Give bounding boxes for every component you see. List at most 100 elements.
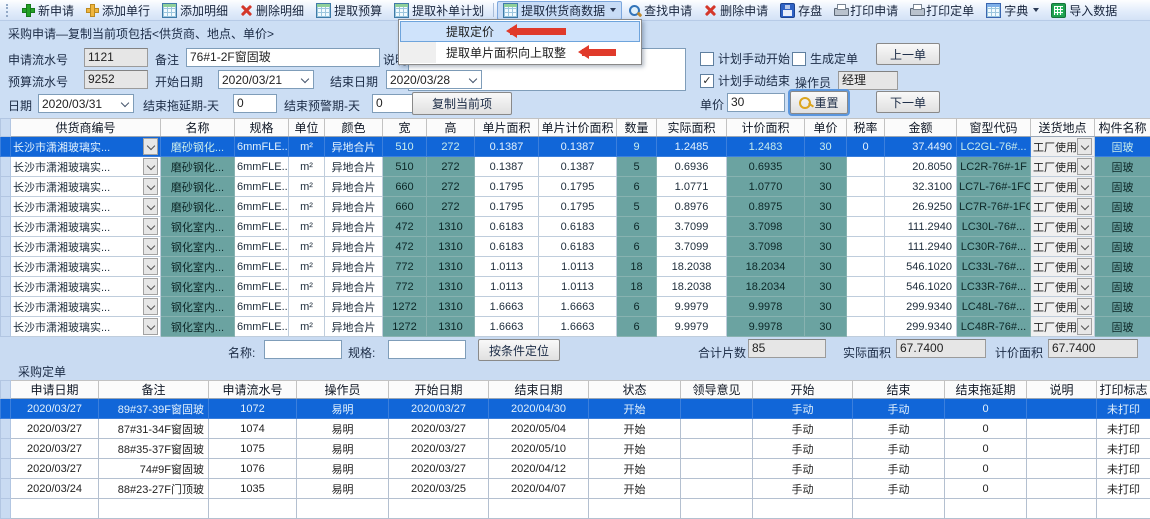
cell-unit[interactable]: m² [289, 177, 325, 197]
cell-unit[interactable]: m² [289, 237, 325, 257]
cell-price-area[interactable]: 18.2034 [727, 277, 805, 297]
row-selector[interactable] [1, 459, 11, 479]
toolbar-button-new-request[interactable]: 新申请 [16, 1, 80, 20]
cell-unit-price[interactable]: 30 [805, 217, 847, 237]
unit-price-input[interactable]: 30 [727, 93, 785, 112]
prev-order-button[interactable]: 上一单 [876, 43, 940, 65]
cell-supplier[interactable]: 长沙市潇湘玻璃实... [11, 317, 161, 337]
cell-status[interactable]: 开始 [589, 399, 681, 419]
cell-unit[interactable]: m² [289, 157, 325, 177]
cell-request-serial[interactable]: 1076 [209, 459, 297, 479]
cell-window-code[interactable]: LC33R-76#... [957, 277, 1031, 297]
cell-end-date[interactable]: 2020/05/04 [489, 419, 589, 439]
cell-end-delay[interactable]: 0 [945, 419, 1027, 439]
cell-unit-price[interactable]: 30 [805, 297, 847, 317]
cell-height[interactable]: 272 [427, 157, 475, 177]
cell-request-serial[interactable]: 1074 [209, 419, 297, 439]
cell-piece-area[interactable]: 1.0113 [475, 277, 539, 297]
cell-supplier[interactable]: 长沙市潇湘玻璃实... [11, 177, 161, 197]
cell-amount[interactable]: 37.4490 [885, 137, 957, 157]
cell-window-code[interactable]: LC2GL-76#... [957, 137, 1031, 157]
cell-amount[interactable]: 299.9340 [885, 317, 957, 337]
cell-unit-price[interactable]: 30 [805, 177, 847, 197]
cell-start-date[interactable]: 2020/03/27 [389, 419, 489, 439]
toolbar-button-find-request[interactable]: 查找申请 [622, 1, 698, 20]
combo-dropdown-button[interactable] [143, 198, 158, 215]
cell-delivery-location[interactable]: 工厂使用 [1031, 237, 1095, 257]
cell-window-code[interactable]: LC30L-76#... [957, 217, 1031, 237]
toolbar-button-delete-request[interactable]: 删除申请 [698, 1, 774, 20]
cell-color[interactable]: 异地合片 [325, 297, 383, 317]
cell-name[interactable]: 钢化室内... [161, 237, 235, 257]
cell-operator[interactable]: 易明 [297, 459, 389, 479]
cell-amount[interactable]: 299.9340 [885, 297, 957, 317]
cell-height[interactable]: 1310 [427, 317, 475, 337]
cell-width[interactable]: 510 [383, 137, 427, 157]
start-date-picker[interactable]: 2020/03/21 [218, 70, 314, 89]
cell-height[interactable]: 272 [427, 137, 475, 157]
cell-piece-price-area[interactable]: 0.1795 [539, 177, 617, 197]
cell-start[interactable]: 手动 [753, 399, 853, 419]
cell-color[interactable]: 异地合片 [325, 137, 383, 157]
cell-height[interactable]: 272 [427, 177, 475, 197]
combo-dropdown-button[interactable] [1077, 258, 1092, 275]
cell-window-code[interactable]: LC7R-76#-1FO [957, 197, 1031, 217]
cell-spec[interactable]: 6mmFLE... [235, 277, 289, 297]
cell-start[interactable]: 手动 [753, 439, 853, 459]
toolbar-button-add-row[interactable]: 添加单行 [80, 1, 156, 20]
cell-component-name[interactable]: 固玻 [1095, 137, 1150, 157]
combo-dropdown-button[interactable] [1077, 298, 1092, 315]
cell-leader-opinion[interactable] [681, 399, 753, 419]
cell-unit-price[interactable]: 30 [805, 277, 847, 297]
cell-delivery-location[interactable]: 工厂使用 [1031, 277, 1095, 297]
cell-piece-price-area[interactable]: 0.1387 [539, 157, 617, 177]
cell-delivery-location[interactable]: 工厂使用 [1031, 317, 1095, 337]
cell-end-delay[interactable]: 0 [945, 459, 1027, 479]
cell-note[interactable] [1027, 419, 1097, 439]
cell-height[interactable]: 1310 [427, 237, 475, 257]
next-order-button[interactable]: 下一单 [876, 91, 940, 113]
cell-name[interactable]: 钢化室内... [161, 257, 235, 277]
cell-actual-area[interactable]: 9.9979 [657, 297, 727, 317]
request-serial-field[interactable]: 1121 [84, 48, 148, 67]
combo-dropdown-button[interactable] [1077, 318, 1092, 335]
checkbox-plan-manual-start[interactable]: 计划手动开始 [700, 50, 790, 67]
cell-price-area[interactable]: 3.7098 [727, 237, 805, 257]
cell-component-name[interactable]: 固玻 [1095, 177, 1150, 197]
cell-qty[interactable]: 6 [617, 297, 657, 317]
cell-start-date[interactable]: 2020/03/27 [389, 459, 489, 479]
cell-piece-area[interactable]: 0.1387 [475, 157, 539, 177]
cell-print-flag[interactable]: 未打印 [1097, 399, 1150, 419]
cell-leader-opinion[interactable] [681, 419, 753, 439]
cell-delivery-location[interactable]: 工厂使用 [1031, 257, 1095, 277]
copy-current-button[interactable]: 复制当前项 [412, 92, 512, 115]
cell-operator[interactable]: 易明 [297, 439, 389, 459]
cell-unit[interactable]: m² [289, 137, 325, 157]
cell-color[interactable]: 异地合片 [325, 197, 383, 217]
cell-delivery-location[interactable]: 工厂使用 [1031, 197, 1095, 217]
cell-price-area[interactable]: 9.9978 [727, 297, 805, 317]
row-selector[interactable] [1, 439, 11, 459]
cell-delivery-location[interactable]: 工厂使用 [1031, 297, 1095, 317]
cell-width[interactable]: 660 [383, 197, 427, 217]
cell-window-code[interactable]: LC48L-76#... [957, 297, 1031, 317]
cell-name[interactable]: 磨砂钢化... [161, 157, 235, 177]
cell-end[interactable]: 手动 [853, 419, 945, 439]
toolbar-button-extract-supplement-plan[interactable]: 提取补单计划 [388, 1, 490, 20]
cell-qty[interactable]: 18 [617, 277, 657, 297]
cell-spec[interactable]: 6mmFLE... [235, 177, 289, 197]
cell-start-date[interactable]: 2020/03/27 [389, 439, 489, 459]
cell-qty[interactable]: 5 [617, 197, 657, 217]
combo-dropdown-button[interactable] [143, 298, 158, 315]
locate-by-condition-button[interactable]: 按条件定位 [478, 339, 560, 361]
cell-height[interactable]: 1310 [427, 277, 475, 297]
cell-print-flag[interactable]: 未打印 [1097, 419, 1150, 439]
cell-piece-price-area[interactable]: 0.6183 [539, 217, 617, 237]
cell-amount[interactable]: 111.2940 [885, 217, 957, 237]
cell-piece-area[interactable]: 1.6663 [475, 317, 539, 337]
cell-delivery-location[interactable]: 工厂使用 [1031, 217, 1095, 237]
cell-name[interactable]: 钢化室内... [161, 217, 235, 237]
cell-status[interactable]: 开始 [589, 439, 681, 459]
combo-dropdown-button[interactable] [1077, 178, 1092, 195]
cell-delivery-location[interactable]: 工厂使用 [1031, 137, 1095, 157]
